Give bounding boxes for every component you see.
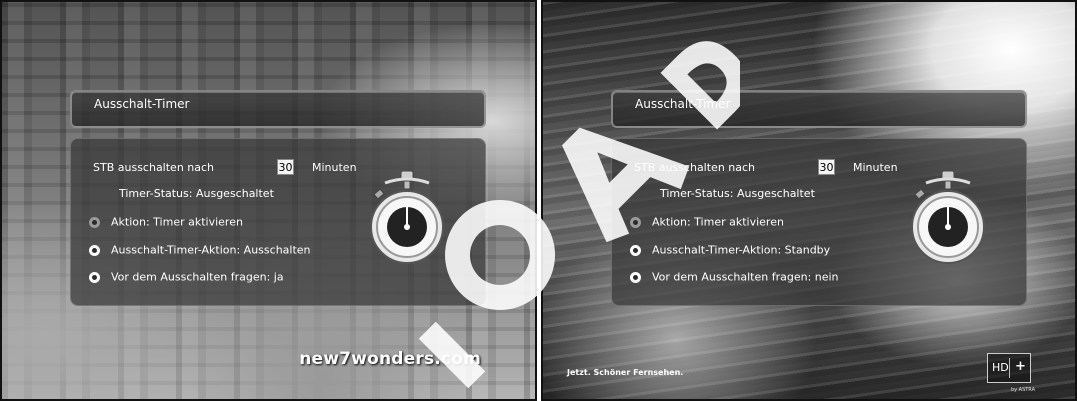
radio-icon — [89, 244, 100, 256]
radio-icon — [630, 244, 641, 256]
timer-status: Timer-Status: Ausgeschaltet — [660, 187, 815, 200]
option-timer-action[interactable]: Ausschalt-Timer-Aktion: Standby — [630, 243, 830, 259]
option-label: Ausschalt-Timer-Aktion: Ausschalten — [111, 243, 311, 257]
option-label: Vor dem Ausschalten fragen: ja — [111, 270, 284, 284]
option-label: Ausschalt-Timer-Aktion: Standby — [652, 243, 831, 257]
radio-icon — [89, 271, 100, 283]
page-title: Ausschalt-Timer — [635, 97, 731, 111]
screen-wave: Ausschalt-Timer STB ausschalten nach 30 … — [541, 0, 1077, 401]
minutes-input[interactable]: 30 — [277, 159, 294, 175]
timer-status: Timer-Status: Ausgeschaltet — [119, 187, 274, 200]
minutes-input[interactable]: 30 — [818, 159, 835, 175]
option-timer-action[interactable]: Ausschalt-Timer-Aktion: Ausschalten — [89, 243, 311, 259]
title-bar: Ausschalt-Timer — [70, 90, 486, 128]
brand-watermark-text: new7wonders.com — [299, 349, 481, 369]
option-label: Aktion: Timer aktivieren — [111, 215, 243, 229]
timer-panel: STB ausschalten nach 30 Minuten Timer-St… — [70, 138, 486, 306]
stb-label: STB ausschalten nach — [634, 161, 756, 174]
slogan-text: Jetzt. Schöner Fernsehen. — [567, 368, 684, 377]
radio-icon — [630, 271, 641, 283]
hd-logo-text: HD — [992, 361, 1009, 374]
radio-icon — [89, 216, 100, 228]
logo-divider — [1009, 358, 1010, 378]
option-ask-before-off[interactable]: Vor dem Ausschalten fragen: nein — [630, 270, 839, 286]
option-timer-activate[interactable]: Aktion: Timer aktivieren — [89, 215, 243, 231]
minutes-unit: Minuten — [853, 161, 898, 174]
radio-icon — [630, 216, 641, 228]
stopwatch-icon — [370, 170, 444, 264]
title-bar: Ausschalt-Timer — [611, 90, 1027, 128]
option-timer-activate[interactable]: Aktion: Timer aktivieren — [630, 215, 784, 231]
astra-logo-text: by ASTRA — [1010, 387, 1035, 393]
option-label: Vor dem Ausschalten fragen: nein — [652, 270, 839, 284]
hd-plus-logo: HD + — [987, 353, 1031, 383]
plus-logo-text: + — [1015, 359, 1026, 374]
page-title: Ausschalt-Timer — [94, 97, 190, 111]
stopwatch-icon — [911, 170, 985, 264]
minutes-unit: Minuten — [312, 161, 357, 174]
option-label: Aktion: Timer aktivieren — [652, 215, 784, 229]
stb-label: STB ausschalten nach — [93, 161, 215, 174]
option-ask-before-off[interactable]: Vor dem Ausschalten fragen: ja — [89, 270, 284, 286]
screen-petra: Ausschalt-Timer STB ausschalten nach 30 … — [0, 0, 537, 401]
timer-panel: STB ausschalten nach 30 Minuten Timer-St… — [611, 138, 1027, 306]
